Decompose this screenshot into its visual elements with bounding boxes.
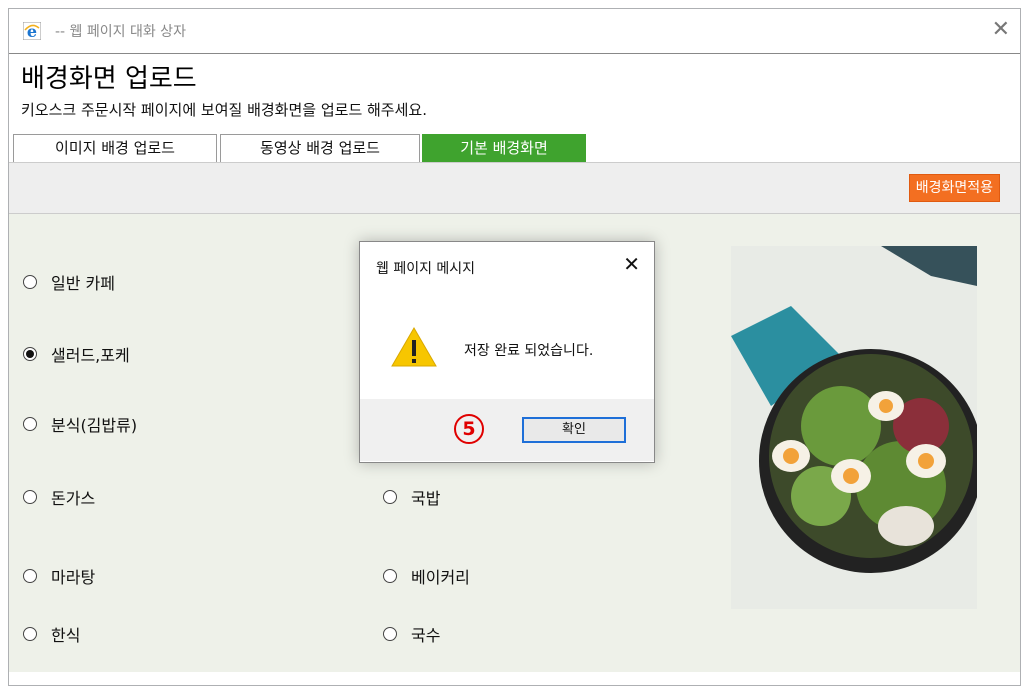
dialog-close-icon[interactable]: ✕ bbox=[623, 252, 640, 276]
option-label: 분식(김밥류) bbox=[51, 416, 138, 435]
radio-button[interactable] bbox=[23, 417, 37, 431]
dialog-message: 저장 완료 되었습니다. bbox=[464, 343, 594, 359]
salad-preview-image bbox=[731, 246, 977, 609]
option-snack-gimbap[interactable]: 분식(김밥류) bbox=[23, 412, 137, 436]
internet-explorer-icon: e bbox=[23, 22, 41, 40]
dialog-title: 웹 페이지 메시지 bbox=[376, 261, 476, 277]
title-bar: e -- 웹 페이지 대화 상자 ✕ bbox=[9, 9, 1020, 54]
radio-button[interactable] bbox=[23, 275, 37, 289]
option-bakery[interactable]: 베이커리 bbox=[383, 564, 470, 588]
option-salad-poke[interactable]: 샐러드,포케 bbox=[23, 342, 130, 366]
option-general-cafe[interactable]: 일반 카페 bbox=[23, 270, 115, 294]
message-dialog: 웹 페이지 메시지 ✕ 저장 완료 되었습니다. 5 확인 bbox=[359, 241, 655, 463]
page-header: 배경화면 업로드 키오스크 주문시작 페이지에 보여질 배경화면을 업로드 해주… bbox=[21, 63, 427, 120]
option-donkatsu[interactable]: 돈가스 bbox=[23, 485, 95, 509]
option-label: 마라탕 bbox=[51, 568, 96, 587]
radio-button[interactable] bbox=[23, 569, 37, 583]
apply-background-button[interactable]: 배경화면적용 bbox=[908, 174, 1000, 202]
option-label: 돈가스 bbox=[51, 489, 96, 508]
radio-button[interactable] bbox=[383, 490, 397, 504]
option-label: 국수 bbox=[411, 626, 441, 645]
dialog-footer: 5 확인 bbox=[360, 399, 654, 461]
tab-default-background[interactable]: 기본 배경화면 bbox=[422, 134, 586, 162]
tab-video-upload[interactable]: 동영상 배경 업로드 bbox=[220, 134, 420, 162]
option-gukbap[interactable]: 국밥 bbox=[383, 485, 440, 509]
step-number-badge: 5 bbox=[454, 414, 484, 444]
option-label: 샐러드,포케 bbox=[51, 346, 130, 365]
option-label: 국밥 bbox=[411, 489, 441, 508]
page-subtitle: 키오스크 주문시작 페이지에 보여질 배경화면을 업로드 해주세요. bbox=[21, 101, 427, 119]
radio-button[interactable] bbox=[383, 569, 397, 583]
option-malatang[interactable]: 마라탕 bbox=[23, 564, 95, 588]
radio-button[interactable] bbox=[23, 490, 37, 504]
radio-button[interactable] bbox=[383, 627, 397, 641]
option-label: 한식 bbox=[51, 626, 81, 645]
window-title: -- 웹 페이지 대화 상자 bbox=[55, 24, 186, 40]
option-korean[interactable]: 한식 bbox=[23, 622, 80, 646]
option-label: 일반 카페 bbox=[51, 274, 115, 293]
option-label: 베이커리 bbox=[411, 568, 470, 587]
ok-button[interactable]: 확인 bbox=[522, 417, 626, 443]
tab-image-upload[interactable]: 이미지 배경 업로드 bbox=[13, 134, 217, 162]
svg-text:e: e bbox=[27, 22, 37, 40]
radio-button-selected[interactable] bbox=[23, 347, 37, 361]
close-icon[interactable]: ✕ bbox=[992, 17, 1010, 43]
toolbar: 배경화면적용 bbox=[9, 162, 1020, 214]
warning-icon bbox=[391, 327, 437, 367]
option-noodles[interactable]: 국수 bbox=[383, 622, 440, 646]
radio-button[interactable] bbox=[23, 627, 37, 641]
page-title: 배경화면 업로드 bbox=[21, 64, 197, 94]
